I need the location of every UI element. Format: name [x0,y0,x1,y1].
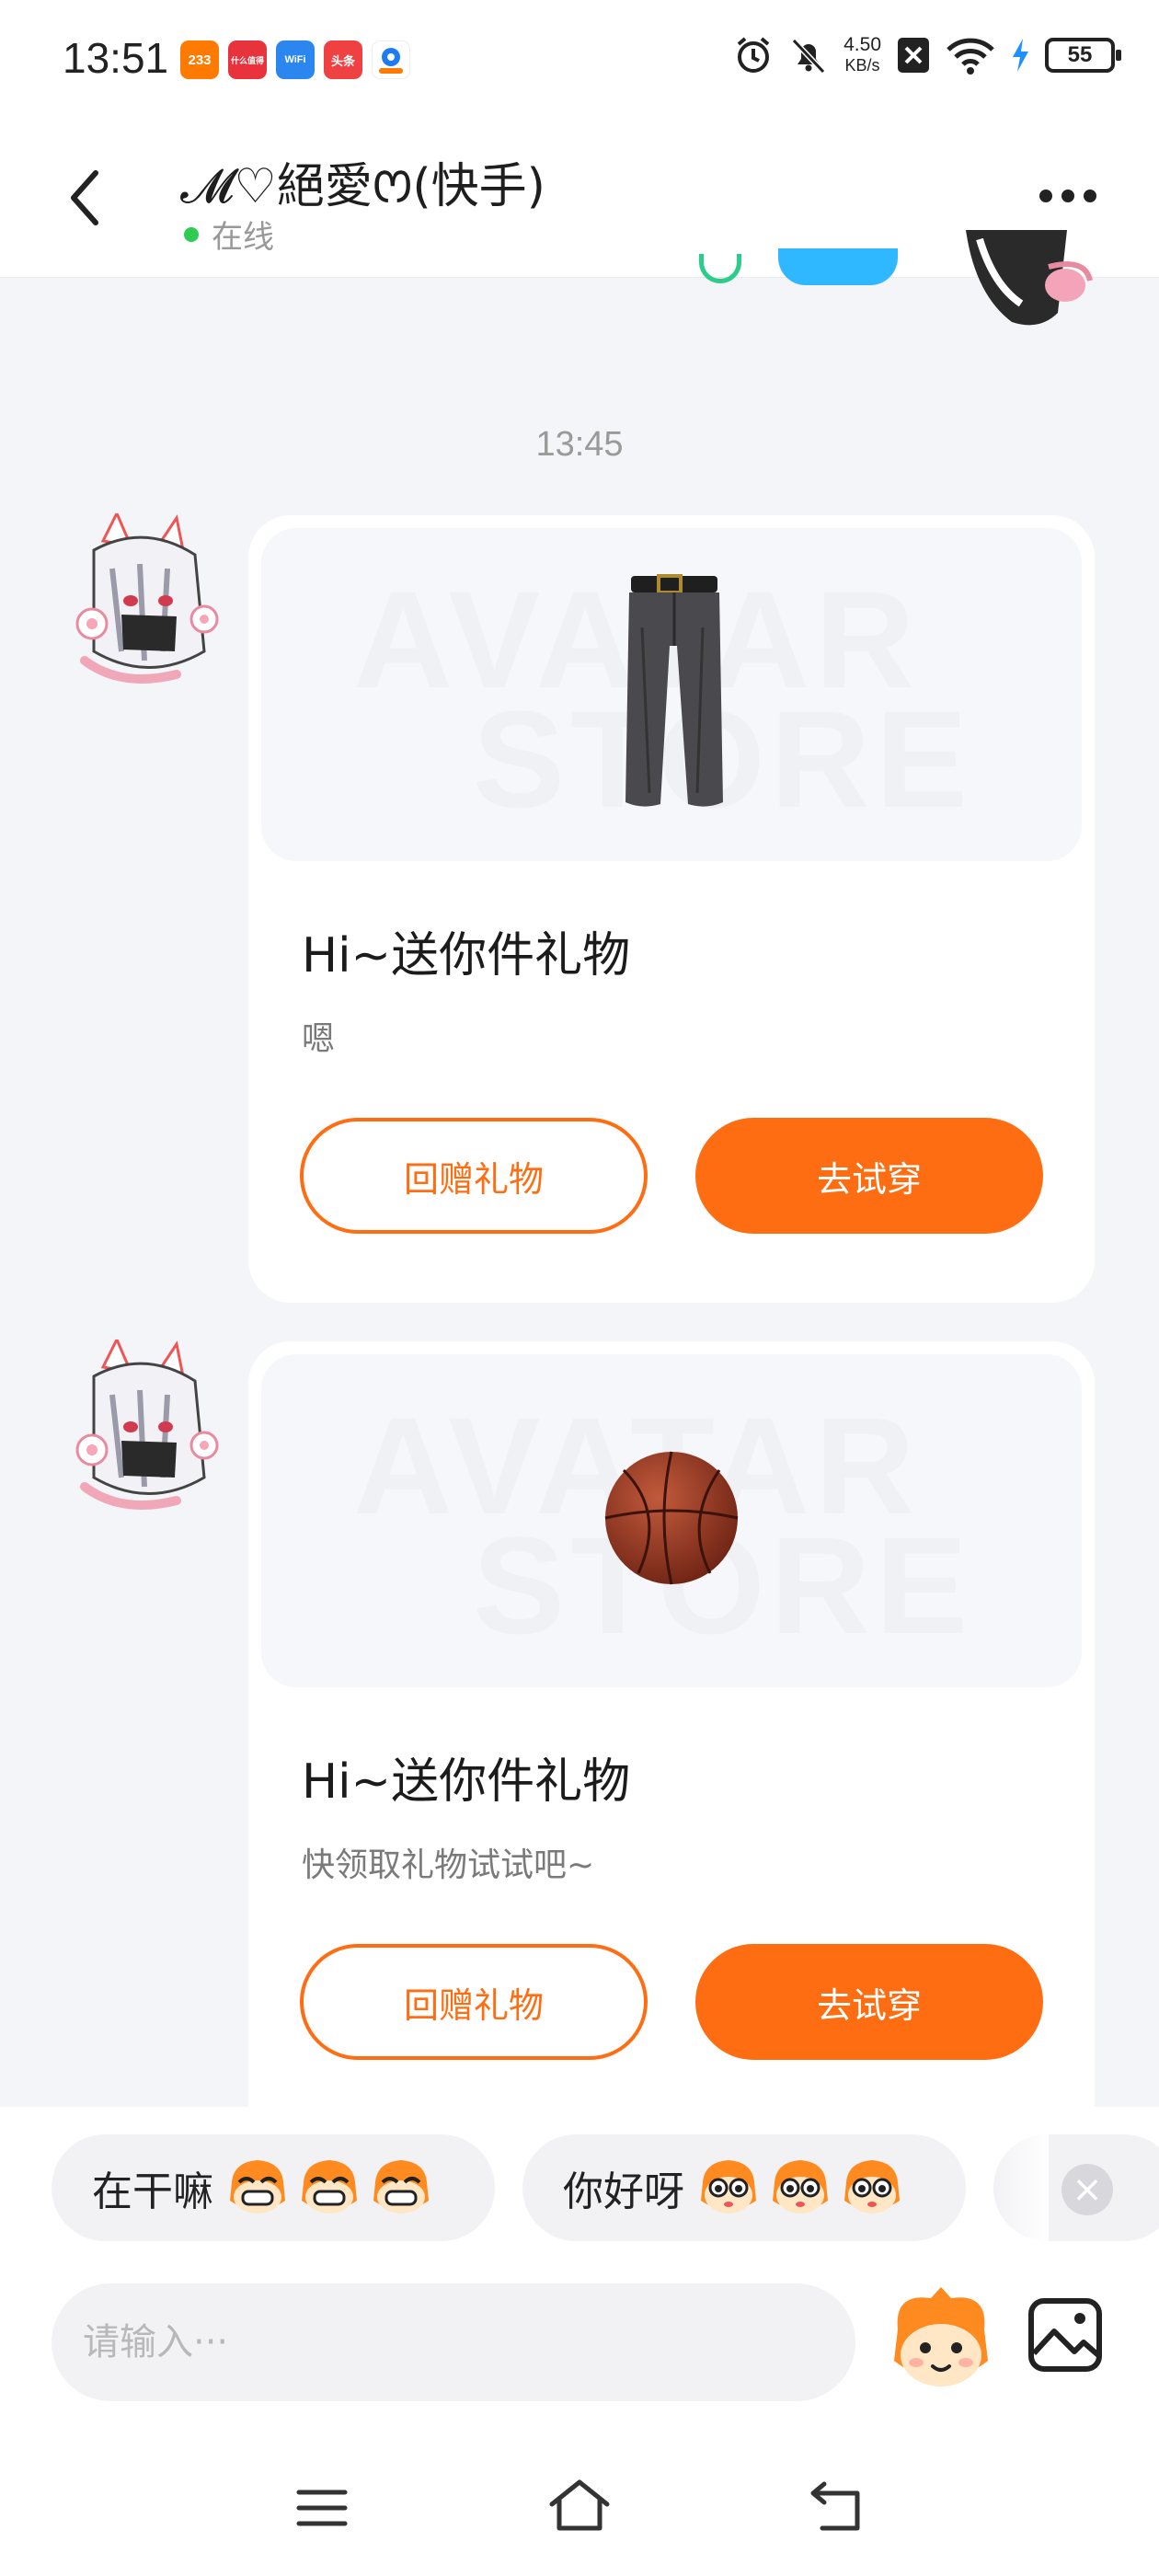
status-time: 13:51 [63,34,169,82]
battery-indicator: 55 [1045,38,1121,73]
gift-card: AVATARSTORE Hi~送你件礼物 嗯 回赠礼物 去试穿 [248,515,1095,1303]
back-arrow-icon[interactable] [64,167,105,228]
grin-mascot-icon [302,2160,357,2214]
basketball-icon [604,1451,739,1585]
notification-icons: 233 什么值得 WiFi 头条 [180,40,410,79]
nav-back-icon[interactable] [809,2480,865,2532]
gift-message: 快领取礼物试试吧~ [302,1846,595,1884]
close-quick-replies-icon[interactable]: × [1061,2164,1113,2215]
net-speed-unit: KB/s [844,56,880,75]
try-on-button[interactable]: 去试穿 [695,1944,1043,2060]
partial-message-bubble [778,248,898,285]
app-toutiao-icon: 头条 [324,40,362,79]
sender-avatar[interactable] [66,1340,223,1514]
more-menu-button[interactable] [1039,190,1096,202]
chip-fade [993,2134,1049,2241]
more-dot [1039,190,1052,202]
grin-mascot-icon [230,2160,285,2214]
charging-icon [1013,39,1028,72]
online-status-text: 在线 [212,219,274,256]
gift-image-area: AVATARSTORE [261,528,1082,861]
quick-reply-text: 在干嘛 [92,2168,213,2215]
gift-title: Hi~送你件礼物 [302,1754,631,1810]
image-picker-icon[interactable] [1027,2296,1104,2374]
grin-mascot-icon [373,2160,429,2214]
app-wifi-key-icon: WiFi [276,40,315,79]
my-avatar[interactable] [957,230,1095,331]
partial-ring-icon [699,254,741,283]
message-input[interactable] [52,2283,855,2401]
app-233-icon: 233 [180,40,219,79]
app-video-icon [372,40,410,79]
return-gift-button[interactable]: 回赠礼物 [300,1944,648,2060]
close-box-icon [898,38,929,73]
try-on-button[interactable]: 去试穿 [695,1118,1043,1234]
wide-eye-mascot-icon [844,2160,900,2214]
more-dot [1084,190,1096,202]
nav-home-icon[interactable] [548,2478,611,2532]
wide-eye-mascot-icon [773,2160,828,2214]
app-smzdm-icon: 什么值得 [228,40,267,79]
more-dot [1061,190,1074,202]
quick-reply-chip[interactable]: 在干嘛 [52,2134,495,2241]
mute-bell-icon [791,38,826,75]
quick-reply-chip[interactable]: 你好呀 [522,2134,966,2241]
status-right: 4.50 KB/s 55 [733,35,1121,75]
sender-avatar[interactable] [66,513,223,688]
net-speed: 4.50 KB/s [843,35,881,75]
wifi-icon [947,38,994,75]
pants-icon [625,574,723,807]
online-dot-icon [184,226,199,242]
alarm-icon [737,37,770,73]
chat-title: 𝓜♡絕愛ꯁ(快手) [180,159,545,214]
nav-menu-icon[interactable] [296,2488,348,2528]
quick-reply-text: 你好呀 [563,2168,684,2215]
net-speed-value: 4.50 [843,34,881,55]
message-timestamp: 13:45 [535,425,624,464]
wide-eye-mascot-icon [701,2160,756,2214]
online-status: 在线 [184,212,274,257]
quick-reply-bar: 在干嘛 你好呀 × [0,2107,1159,2269]
status-bar: 13:51 233 什么值得 WiFi 头条 4.50 KB/s 55 [0,0,1159,120]
gift-title: Hi~送你件礼物 [302,928,631,983]
gift-image-area: AVATARSTORE [261,1354,1082,1687]
gift-card: AVATARSTORE Hi~送你件礼物 快领取礼物试试吧~ 回赠礼物 去试穿 [248,1341,1095,2107]
return-gift-button[interactable]: 回赠礼物 [300,1118,648,1234]
mascot-emoji-button[interactable] [885,2283,997,2399]
gift-message: 嗯 [302,1020,336,1058]
